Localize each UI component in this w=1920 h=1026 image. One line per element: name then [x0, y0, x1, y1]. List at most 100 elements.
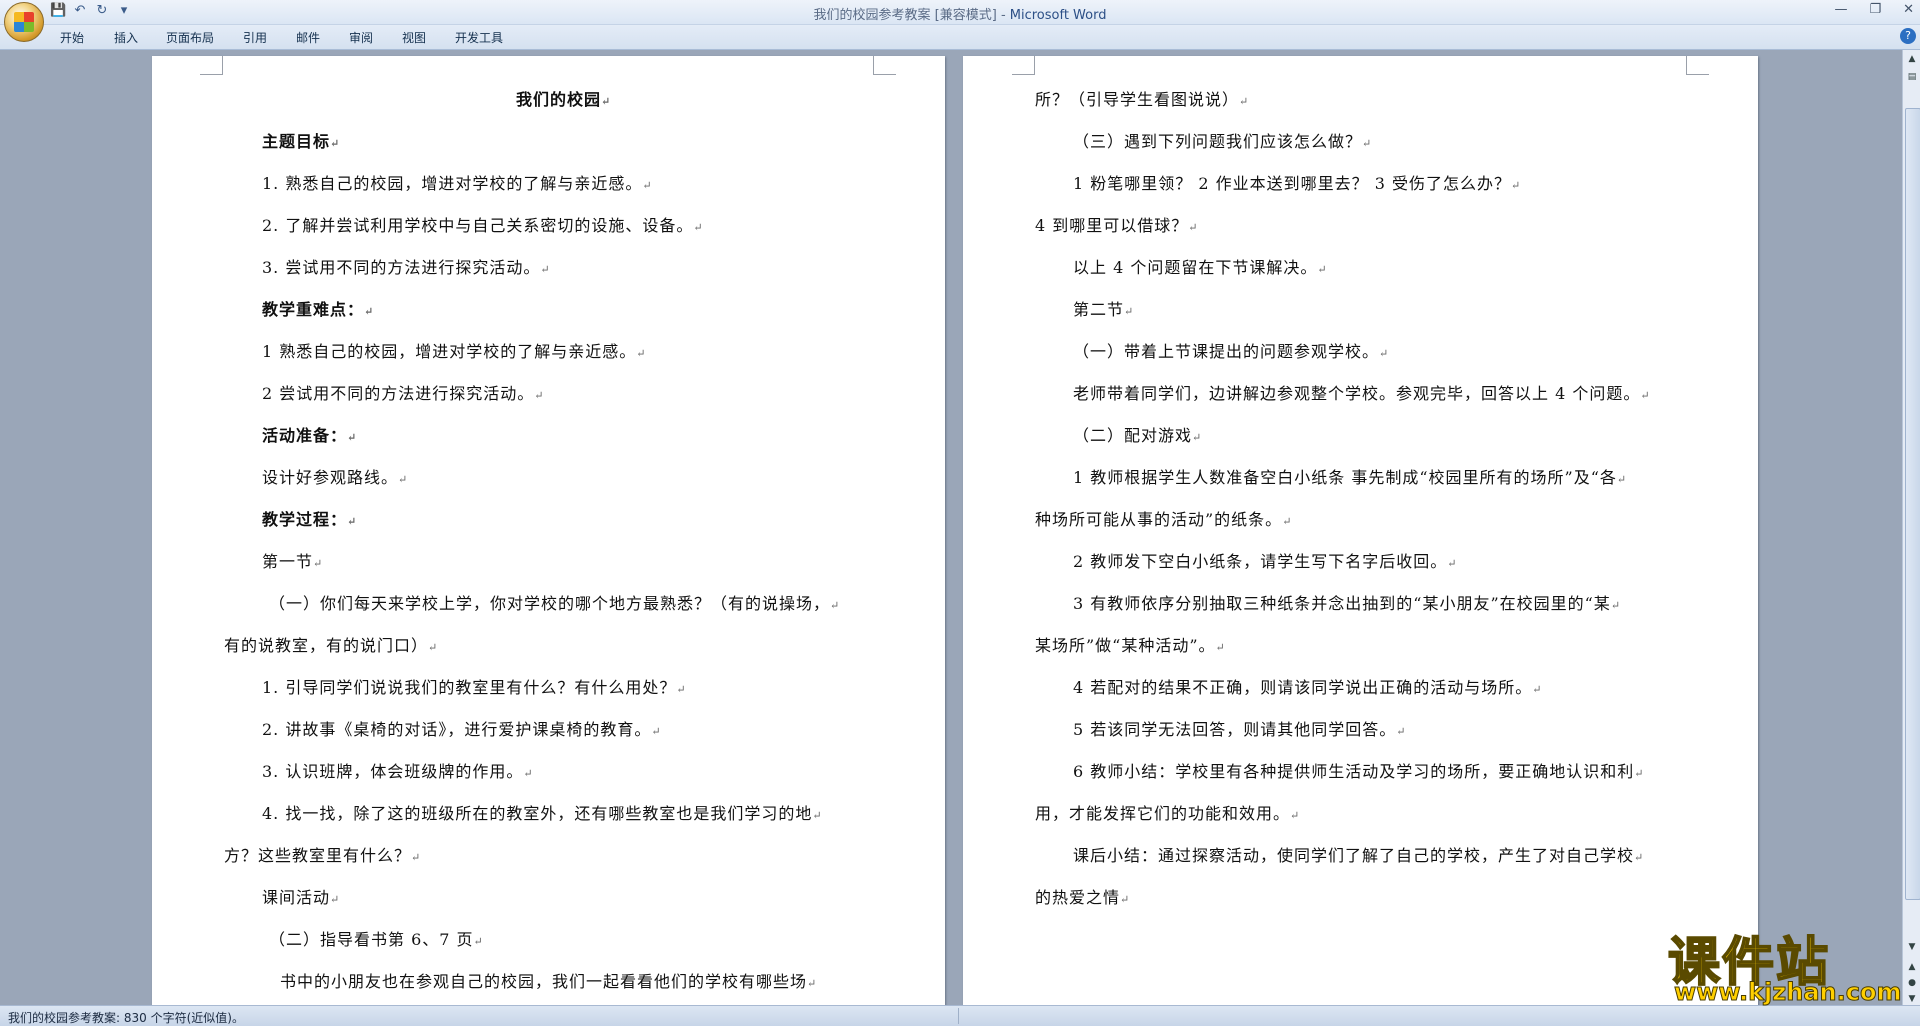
paragraph-mark-icon: ↵ — [642, 179, 652, 192]
paragraph-text: （三）遇到下列问题我们应该怎么做？ — [1073, 132, 1363, 151]
tab-review[interactable]: 审阅 — [349, 29, 373, 46]
paragraph-text: 教学过程： — [262, 510, 348, 529]
paragraph-text: （一）你们每天来学校上学，你对学校的哪个地方最熟悉？（有的说操场， — [269, 594, 831, 613]
vertical-scrollbar[interactable]: ▲ ▤ ▼ ▲ ● ▼ — [1902, 50, 1920, 1005]
ruler-toggle-icon[interactable]: ▤ — [1905, 70, 1919, 84]
paragraph-mark-icon: ↵ — [1317, 263, 1327, 276]
restore-icon[interactable]: ❐ — [1869, 2, 1881, 17]
tab-page-layout[interactable]: 页面布局 — [166, 29, 214, 46]
watermark-url: www.kjzhan.com — [1673, 978, 1902, 1007]
paragraph-text: 老师带着同学们，边讲解边参观整个学校。参观完毕，回答以上 4 个问题。 — [1073, 384, 1641, 403]
paragraph-line: 3. 尝试用不同的方法进行探究活动。↵ — [262, 254, 550, 278]
paragraph-mark-icon: ↵ — [313, 557, 323, 570]
paragraph-text: 2 教师发下空白小纸条，请学生写下名字后收回。 — [1073, 552, 1448, 571]
crop-mark — [200, 56, 223, 75]
paragraph-text: 所？（引导学生看图说说） — [1035, 90, 1240, 109]
paragraph-mark-icon: ↵ — [651, 725, 661, 738]
paragraph-mark-icon: ↵ — [347, 515, 357, 528]
paragraph-mark-icon: ↵ — [830, 599, 840, 612]
paragraph-mark-icon: ↵ — [540, 263, 550, 276]
paragraph-text: 2. 了解并尝试利用学校中与自己关系密切的设施、设备。 — [262, 216, 694, 235]
crop-mark — [873, 56, 896, 75]
paragraph-text: 3. 尝试用不同的方法进行探究活动。 — [262, 258, 541, 277]
paragraph-mark-icon: ↵ — [1192, 431, 1202, 444]
paragraph-mark-icon: ↵ — [330, 893, 340, 906]
paragraph-line: （二）指导看书第 6、7 页↵ — [269, 926, 483, 950]
paragraph-line: 方？这些教室里有什么？↵ — [224, 842, 420, 866]
paragraph-mark-icon: ↵ — [1215, 641, 1225, 654]
crop-mark — [1012, 56, 1035, 75]
paragraph-text: 6 教师小结：学校里有各种提供师生活动及学习的场所，要正确地认识和利 — [1073, 762, 1635, 781]
tab-home[interactable]: 开始 — [60, 29, 84, 46]
paragraph-line: 第一节↵ — [262, 548, 322, 572]
paragraph-mark-icon: ↵ — [411, 851, 421, 864]
paragraph-line: 1 粉笔哪里领？ 2 作业本送到哪里去？ 3 受伤了怎么办？↵ — [1073, 170, 1520, 194]
paragraph-text: 设计好参观路线。 — [262, 468, 399, 487]
paragraph-text: 1 粉笔哪里领？ 2 作业本送到哪里去？ 3 受伤了怎么办？ — [1073, 174, 1511, 193]
paragraph-text: 4. 找一找，除了这的班级所在的教室外，还有哪些教室也是我们学习的地 — [262, 804, 813, 823]
paragraph-mark-icon: ↵ — [1634, 767, 1644, 780]
help-icon[interactable]: ? — [1900, 28, 1916, 44]
scroll-up-icon[interactable]: ▲ — [1905, 52, 1919, 66]
paragraph-text: 第一节 — [262, 552, 314, 571]
paragraph-mark-icon: ↵ — [807, 977, 817, 990]
paragraph-line: 主题目标↵ — [262, 128, 339, 152]
paragraph-text: 书中的小朋友也在参观自己的校园，我们一起看看他们的学校有哪些场 — [280, 972, 808, 991]
paragraph-mark-icon: ↵ — [636, 347, 646, 360]
paragraph-line: 教学过程：↵ — [262, 506, 356, 530]
paragraph-mark-icon: ↵ — [1634, 851, 1644, 864]
paragraph-text: （二）配对游戏 — [1073, 426, 1193, 445]
paragraph-line: 2. 讲故事《桌椅的对话》，进行爱护课桌椅的教育。↵ — [262, 716, 661, 740]
tab-references[interactable]: 引用 — [243, 29, 267, 46]
paragraph-line: 老师带着同学们，边讲解边参观整个学校。参观完毕，回答以上 4 个问题。↵ — [1073, 380, 1650, 404]
paragraph-mark-icon: ↵ — [398, 473, 408, 486]
paragraph-line: （三）遇到下列问题我们应该怎么做？↵ — [1073, 128, 1371, 152]
paragraph-text: 4 到哪里可以借球？ — [1035, 216, 1189, 235]
tab-view[interactable]: 视图 — [402, 29, 426, 46]
paragraph-line: 教学重难点：↵ — [262, 296, 373, 320]
tab-insert[interactable]: 插入 — [114, 29, 138, 46]
paragraph-line: 书中的小朋友也在参观自己的校园，我们一起看看他们的学校有哪些场↵ — [280, 968, 816, 992]
paragraph-mark-icon: ↵ — [534, 389, 544, 402]
paragraph-mark-icon: ↵ — [1188, 221, 1198, 234]
paragraph-text: 课间活动 — [262, 888, 331, 907]
paragraph-line: 的热爱之情↵ — [1035, 884, 1129, 908]
paragraph-line: 4 到哪里可以借球？↵ — [1035, 212, 1198, 236]
paragraph-mark-icon: ↵ — [1124, 305, 1134, 318]
paragraph-line: 2 教师发下空白小纸条，请学生写下名字后收回。↵ — [1073, 548, 1457, 572]
office-button[interactable] — [4, 2, 44, 42]
paragraph-mark-icon: ↵ — [473, 935, 483, 948]
close-icon[interactable]: ✕ — [1903, 2, 1914, 17]
paragraph-text: （一）带着上节课提出的问题参观学校。 — [1073, 342, 1380, 361]
paragraph-line: 用，才能发挥它们的功能和效用。↵ — [1035, 800, 1299, 824]
title-bar: 💾 ↶ ↻ ▾ 我们的校园参考教案 [兼容模式] - Microsoft Wor… — [0, 0, 1920, 25]
document-page-1[interactable]: 我们的校园↵ 主题目标↵ 1. 熟悉自己的校园，增进对学校的了解与亲近感。↵ 2. … — [152, 56, 945, 1006]
tab-developer[interactable]: 开发工具 — [455, 29, 503, 46]
paragraph-text: 3. 认识班牌，体会班级牌的作用。 — [262, 762, 524, 781]
crop-mark — [1686, 56, 1709, 75]
paragraph-text: 3 有教师依序分别抽取三种纸条并念出抽到的“某小朋友”在校园里的“某 — [1073, 594, 1611, 613]
tab-mailings[interactable]: 邮件 — [296, 29, 320, 46]
window-controls: — ❐ ✕ — [1834, 2, 1914, 17]
paragraph-mark-icon: ↵ — [1290, 809, 1300, 822]
paragraph-text: 的热爱之情 — [1035, 888, 1121, 907]
minimize-icon[interactable]: — — [1834, 2, 1847, 17]
paragraph-line: 1. 熟悉自己的校园，增进对学校的了解与亲近感。↵ — [262, 170, 652, 194]
scrollbar-thumb[interactable] — [1905, 108, 1920, 900]
paragraph-mark-icon: ↵ — [1616, 473, 1627, 486]
ribbon-tabs: 开始 插入 页面布局 引用 邮件 审阅 视图 开发工具 ? — [0, 25, 1920, 50]
paragraph-line: 2 尝试用不同的方法进行探究活动。↵ — [262, 380, 544, 404]
paragraph-mark-icon: ↵ — [1379, 347, 1389, 360]
document-page-2[interactable]: 所？（引导学生看图说说）↵ （三）遇到下列问题我们应该怎么做？↵ 1 粉笔哪里领？ … — [963, 56, 1758, 1006]
paragraph-mark-icon: ↵ — [1510, 179, 1521, 192]
paragraph-mark-icon: ↵ — [676, 683, 686, 696]
paragraph-mark-icon: ↵ — [1396, 725, 1406, 738]
watermark-logo: 课件站 www.kjzhan.com — [1667, 920, 1908, 1007]
status-text: 我们的校园参考教案: 830 个字符(近似值)。 — [8, 1011, 244, 1025]
paragraph-text: 教学重难点： — [262, 300, 365, 319]
document-title: 我们的校园参考教案 [兼容模式] — [813, 8, 997, 23]
paragraph-mark-icon: ↵ — [428, 641, 438, 654]
paragraph-line: 第二节↵ — [1073, 296, 1133, 320]
paragraph-text: 第二节 — [1073, 300, 1125, 319]
paragraph-text: 课后小结：通过探察活动，使同学们了解了自己的学校，产生了对自己学校 — [1073, 846, 1635, 865]
